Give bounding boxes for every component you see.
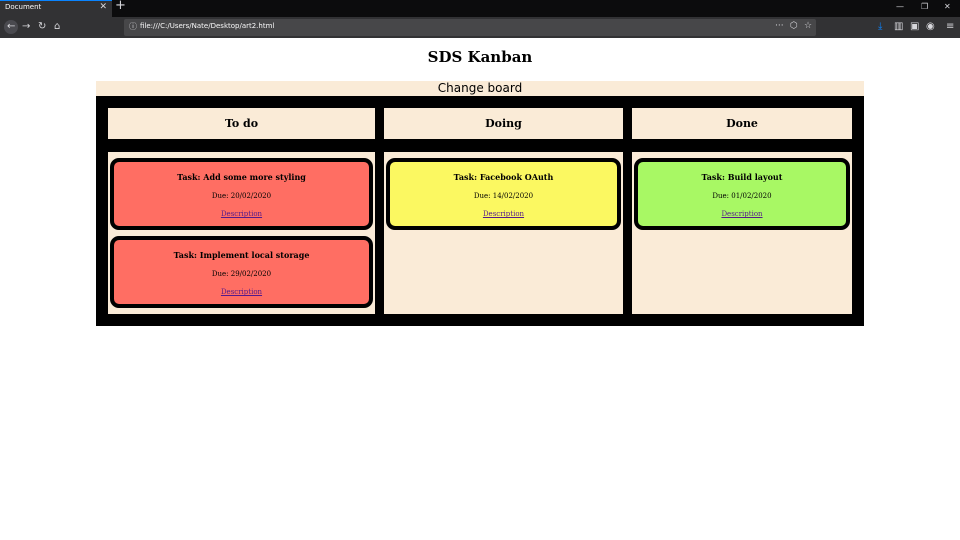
browser-tab[interactable]: Document ✕ [0, 0, 112, 17]
browser-tab-strip: Document ✕ + — ❐ ✕ [0, 0, 960, 17]
task-card[interactable]: Task: Add some more styling Due: 20/02/2… [110, 158, 373, 230]
url-bar[interactable]: ⓘ file:///C:/Users/Nate/Desktop/art2.htm… [124, 19, 816, 36]
task-title: Task: Add some more styling [177, 172, 306, 182]
bookmark-star-icon[interactable]: ☆ [804, 21, 812, 31]
back-arrow-icon[interactable]: ← [7, 20, 15, 34]
task-description-link[interactable]: Description [390, 210, 617, 218]
url-text[interactable]: file:///C:/Users/Nate/Desktop/art2.html [140, 22, 274, 30]
menu-icon[interactable]: ≡ [946, 20, 954, 34]
column-header-doing: Doing [384, 108, 623, 139]
task-due-date: Due: 14/02/2020 [473, 192, 534, 200]
task-card[interactable]: Task: Facebook OAuth Due: 14/02/2020 Des… [386, 158, 621, 230]
restore-icon[interactable]: ❐ [921, 2, 928, 11]
task-title: Task: Facebook OAuth [453, 172, 554, 182]
home-icon[interactable]: ⌂ [54, 20, 60, 34]
task-due-date: Due: 29/02/2020 [211, 270, 272, 278]
close-tab-icon[interactable]: ✕ [99, 2, 107, 12]
task-due-date: Due: 20/02/2020 [211, 192, 272, 200]
task-card[interactable]: Task: Build layout Due: 01/02/2020 Descr… [634, 158, 850, 230]
pocket-icon[interactable]: ⬡ [790, 21, 798, 31]
page-actions-icon[interactable]: ··· [775, 21, 784, 31]
column-todo: Task: Add some more styling Due: 20/02/2… [108, 152, 375, 314]
library-icon[interactable]: ▥ [894, 20, 903, 34]
task-description-link[interactable]: Description [114, 210, 369, 218]
task-due-date: Due: 01/02/2020 [712, 192, 772, 200]
change-board-button[interactable]: Change board [96, 81, 864, 96]
account-icon[interactable]: ◉ [926, 20, 935, 34]
browser-navbar: ← → ↻ ⌂ ⓘ file:///C:/Users/Nate/Desktop/… [0, 17, 960, 38]
column-title: To do [224, 117, 259, 130]
page-info-icon[interactable]: ⓘ [129, 21, 137, 32]
new-tab-icon[interactable]: + [115, 0, 126, 13]
window-close-icon[interactable]: ✕ [944, 2, 951, 11]
task-card[interactable]: Task: Implement local storage Due: 29/02… [110, 236, 373, 308]
column-header-todo: To do [108, 108, 375, 139]
minimize-icon[interactable]: — [896, 2, 904, 11]
downloads-icon[interactable]: ⤓ [878, 20, 882, 34]
reload-icon[interactable]: ↻ [38, 20, 46, 34]
column-title: Done [726, 117, 758, 130]
forward-arrow-icon[interactable]: → [22, 20, 30, 34]
column-title: Doing [485, 117, 522, 130]
column-done: Task: Build layout Due: 01/02/2020 Descr… [632, 152, 852, 314]
task-description-link[interactable]: Description [114, 288, 369, 296]
tab-title: Document [5, 3, 42, 11]
sidebar-icon[interactable]: ▣ [910, 20, 919, 34]
task-description-link[interactable]: Description [638, 210, 846, 218]
kanban-board: To do Task: Add some more styling Due: 2… [96, 96, 864, 326]
task-title: Task: Build layout [701, 172, 783, 182]
column-doing: Task: Facebook OAuth Due: 14/02/2020 Des… [384, 152, 623, 314]
column-header-done: Done [632, 108, 852, 139]
task-title: Task: Implement local storage [173, 250, 310, 260]
page-title: SDS Kanban [427, 48, 533, 66]
